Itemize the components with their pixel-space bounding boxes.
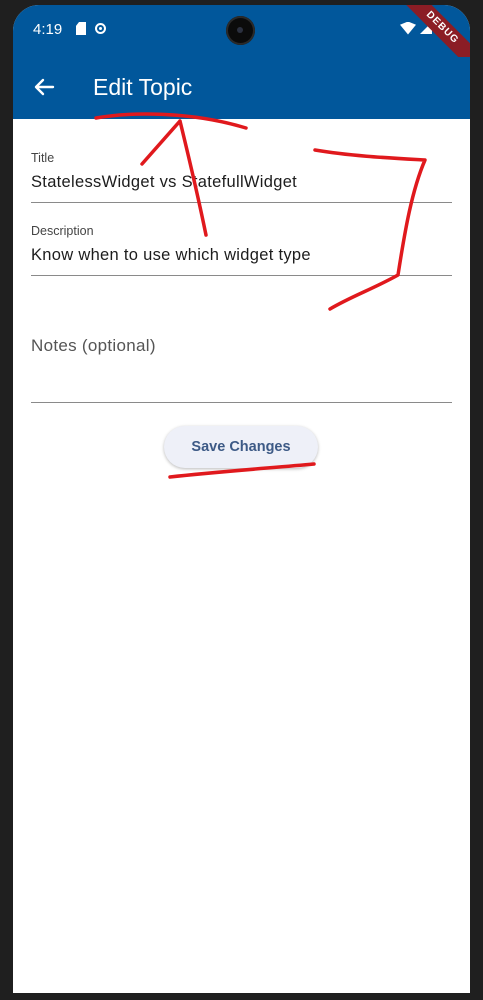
arrow-back-icon bbox=[34, 78, 55, 96]
save-changes-button[interactable]: Save Changes bbox=[164, 426, 318, 468]
app-screen: 4:19 DEBUG Edit Topic Title StatelessWid… bbox=[13, 5, 470, 993]
title-field[interactable]: Title StatelessWidget vs StatefullWidget bbox=[31, 141, 452, 203]
sync-icon bbox=[95, 23, 106, 34]
wifi-icon bbox=[400, 21, 416, 35]
description-field-value[interactable]: Know when to use which widget type bbox=[31, 246, 311, 265]
device-frame: 4:19 DEBUG Edit Topic Title StatelessWid… bbox=[0, 0, 483, 1000]
status-icons-left bbox=[76, 22, 106, 35]
status-time: 4:19 bbox=[33, 21, 63, 38]
title-field-value[interactable]: StatelessWidget vs StatefullWidget bbox=[31, 173, 297, 192]
page-title: Edit Topic bbox=[93, 74, 193, 100]
sd-card-icon bbox=[76, 22, 86, 35]
front-camera bbox=[226, 16, 255, 45]
description-field[interactable]: Description Know when to use which widge… bbox=[31, 214, 452, 276]
status-bar: 4:19 DEBUG bbox=[13, 5, 470, 77]
back-button[interactable] bbox=[29, 72, 59, 102]
title-field-label: Title bbox=[31, 151, 55, 165]
description-field-label: Description bbox=[31, 224, 94, 238]
notes-field-label: Notes (optional) bbox=[31, 336, 156, 355]
app-bar: Edit Topic bbox=[13, 57, 470, 119]
notes-field[interactable]: Notes (optional) bbox=[31, 289, 452, 403]
